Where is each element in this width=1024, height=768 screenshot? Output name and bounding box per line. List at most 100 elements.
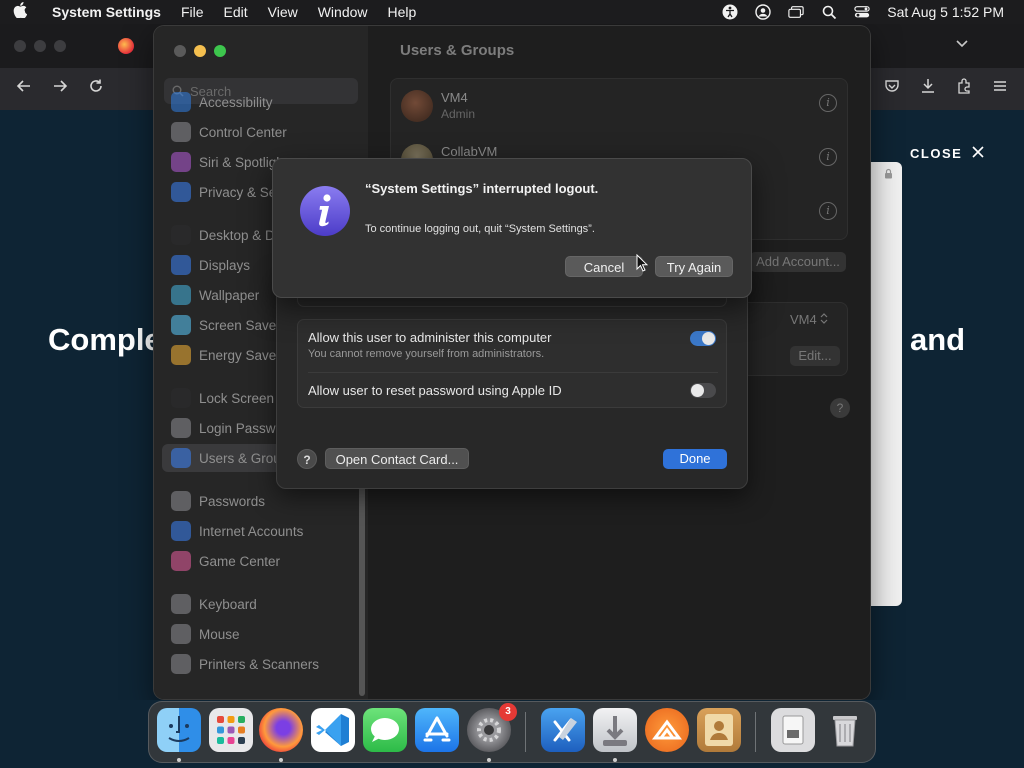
running-indicator bbox=[279, 758, 283, 762]
info-icon[interactable]: i bbox=[819, 202, 837, 220]
sidebar-item[interactable]: Passwords bbox=[162, 487, 360, 515]
at-icon bbox=[171, 521, 191, 541]
app-store-icon[interactable] bbox=[415, 708, 459, 752]
done-button[interactable]: Done bbox=[663, 449, 727, 469]
sidebar-item-label: Keyboard bbox=[199, 596, 257, 612]
messages-icon[interactable] bbox=[363, 708, 407, 752]
chevron-down-icon[interactable] bbox=[955, 36, 969, 52]
reload-icon[interactable] bbox=[88, 78, 104, 99]
finder-icon[interactable] bbox=[157, 708, 201, 752]
menu-file[interactable]: File bbox=[171, 4, 214, 20]
admin-options-group: Allow this user to administer this compu… bbox=[297, 319, 727, 408]
mouse-cursor-icon bbox=[636, 253, 649, 277]
try-again-button[interactable]: Try Again bbox=[655, 256, 733, 277]
menu-help[interactable]: Help bbox=[378, 4, 427, 20]
info-icon[interactable]: i bbox=[819, 94, 837, 112]
vscode-icon[interactable] bbox=[311, 708, 355, 752]
user-status-icon[interactable] bbox=[755, 4, 771, 20]
hamburger-menu-icon[interactable] bbox=[992, 78, 1008, 98]
close-button[interactable]: CLOSE bbox=[910, 146, 984, 161]
pocket-icon[interactable] bbox=[884, 78, 900, 98]
installer-icon[interactable] bbox=[593, 708, 637, 752]
sidebar-item-label: Lock Screen bbox=[199, 390, 275, 406]
sidebar-item[interactable]: Control Center bbox=[162, 118, 360, 146]
reset-password-toggle[interactable] bbox=[690, 383, 716, 398]
forward-arrow-icon[interactable] bbox=[52, 78, 68, 99]
extensions-icon[interactable] bbox=[956, 78, 972, 98]
contacts-icon[interactable] bbox=[697, 708, 741, 752]
menu-app-name[interactable]: System Settings bbox=[40, 4, 171, 20]
dock-separator bbox=[525, 712, 526, 752]
admin-toggle[interactable] bbox=[690, 331, 716, 346]
accessibility-icon bbox=[171, 92, 191, 112]
info-icon[interactable]: i bbox=[819, 148, 837, 166]
launchpad-icon[interactable] bbox=[209, 708, 253, 752]
dock: 3 bbox=[148, 701, 876, 763]
password-key-icon bbox=[171, 491, 191, 511]
user-name: VM4 bbox=[441, 90, 468, 105]
add-account-button[interactable]: Add Account... bbox=[750, 252, 846, 272]
firefox-tab-icon[interactable] bbox=[118, 38, 134, 54]
control-center-icon[interactable] bbox=[854, 4, 870, 20]
open-contact-card-button[interactable]: Open Contact Card... bbox=[325, 448, 469, 469]
lock-icon bbox=[884, 168, 893, 182]
system-settings-icon[interactable]: 3 bbox=[467, 703, 517, 752]
sidebar-item-label: Game Center bbox=[199, 553, 281, 569]
menu-view[interactable]: View bbox=[258, 4, 308, 20]
sidebar-item[interactable]: Keyboard bbox=[162, 590, 360, 618]
edit-button[interactable]: Edit... bbox=[790, 346, 840, 366]
info-icon bbox=[299, 185, 351, 237]
firefox-icon[interactable] bbox=[259, 708, 303, 752]
browser-window-controls[interactable] bbox=[14, 40, 66, 52]
cancel-button[interactable]: Cancel bbox=[565, 256, 643, 277]
hero-heading-left: Comple bbox=[48, 322, 162, 357]
sublime-icon[interactable] bbox=[645, 708, 689, 752]
xcode-icon[interactable] bbox=[541, 708, 585, 752]
sidebar-item[interactable]: Mouse bbox=[162, 620, 360, 648]
sidebar-item[interactable]: Printers & Scanners bbox=[162, 650, 360, 678]
menu-edit[interactable]: Edit bbox=[214, 4, 258, 20]
sidebar-item-label: Passwords bbox=[199, 493, 266, 509]
sidebar-item-label: Wallpaper bbox=[199, 287, 260, 303]
sidebar-item-label: Accessibility bbox=[199, 94, 273, 110]
zoom-window-button[interactable] bbox=[214, 45, 226, 57]
help-button[interactable]: ? bbox=[297, 449, 317, 469]
trash-icon[interactable] bbox=[823, 708, 867, 752]
apple-logo-icon[interactable] bbox=[0, 2, 40, 22]
control-center-icon bbox=[171, 122, 191, 142]
menu-window[interactable]: Window bbox=[308, 4, 378, 20]
accessibility-status-icon[interactable] bbox=[722, 4, 738, 20]
pane-help-button[interactable]: ? bbox=[830, 398, 850, 418]
web-modal-card bbox=[868, 162, 902, 606]
menu-clock[interactable]: Sat Aug 5 1:52 PM bbox=[887, 4, 1004, 20]
mouse-icon bbox=[171, 624, 191, 644]
minimize-window-button[interactable] bbox=[194, 45, 206, 57]
back-arrow-icon[interactable] bbox=[16, 78, 32, 99]
close-window-button[interactable] bbox=[174, 45, 186, 57]
spotlight-search-icon[interactable] bbox=[821, 4, 837, 20]
lock-icon bbox=[171, 388, 191, 408]
alert-dialog: “System Settings” interrupted logout. To… bbox=[272, 158, 752, 298]
running-indicator bbox=[487, 758, 491, 762]
downloads-stack-icon[interactable] bbox=[771, 708, 815, 752]
hand-icon bbox=[171, 182, 191, 202]
admin-option-note: You cannot remove yourself from administ… bbox=[308, 348, 545, 360]
screen-mirroring-icon[interactable] bbox=[788, 4, 804, 20]
user-role: Admin bbox=[441, 107, 476, 121]
menu-bar: System Settings File Edit View Window He… bbox=[0, 0, 1024, 24]
automatic-login-select[interactable]: VM4 bbox=[790, 312, 828, 327]
dock-icon bbox=[171, 225, 191, 245]
user-row[interactable]: VM4 Admin i bbox=[391, 79, 847, 133]
sidebar-item[interactable]: Game Center bbox=[162, 547, 360, 575]
sidebar-item[interactable]: Accessibility bbox=[162, 88, 360, 116]
sidebar-item[interactable]: Internet Accounts bbox=[162, 517, 360, 545]
user-name: CollabVM bbox=[441, 144, 498, 159]
wallpaper-icon bbox=[171, 285, 191, 305]
users-icon bbox=[171, 448, 191, 468]
reset-option-label: Allow user to reset password using Apple… bbox=[308, 383, 562, 398]
siri-icon bbox=[171, 152, 191, 172]
admin-option-label: Allow this user to administer this compu… bbox=[308, 330, 552, 345]
download-icon[interactable] bbox=[920, 78, 936, 98]
keyboard-icon bbox=[171, 594, 191, 614]
screen-saver-icon bbox=[171, 315, 191, 335]
